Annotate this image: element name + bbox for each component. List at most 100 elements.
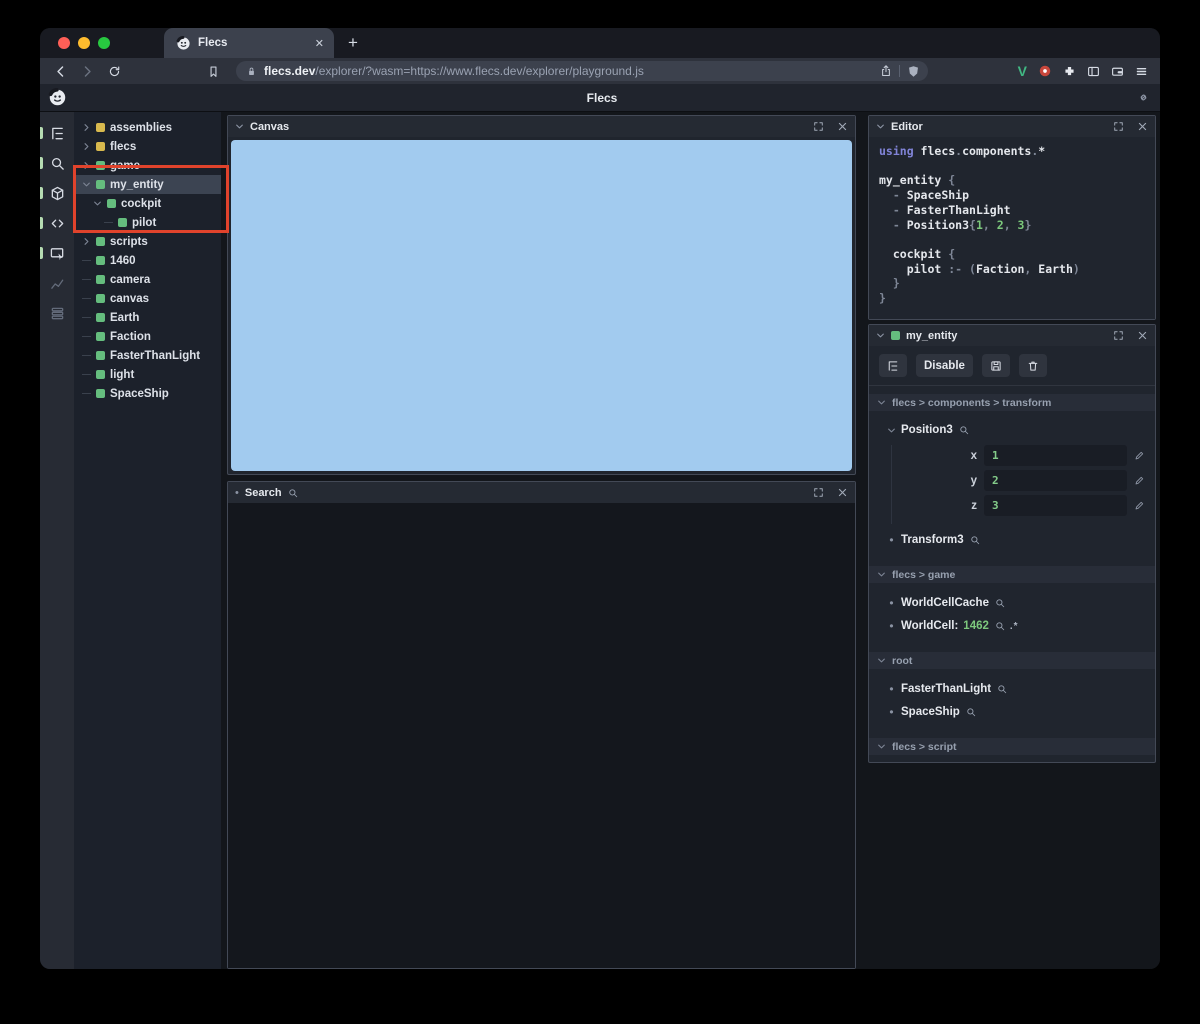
tree-item-SpaceShip[interactable]: SpaceShip (74, 384, 221, 403)
field-value-input[interactable]: 3 (984, 495, 1127, 516)
forward-icon[interactable] (81, 65, 94, 78)
tree-item-light[interactable]: light (74, 365, 221, 384)
code-editor[interactable]: using flecs.components.* my_entity { - Sp… (869, 137, 1155, 319)
collapse-chevron-icon[interactable] (876, 331, 885, 340)
component-row-FasterThanLight[interactable]: • FasterThanLight (887, 682, 1147, 696)
section-header[interactable]: flecs > components > transform (869, 394, 1155, 411)
component-row-WorldCell[interactable]: • WorldCell: 1462 .* (887, 619, 1147, 633)
inspector-window-icon[interactable] (40, 240, 74, 266)
tables-rows-icon[interactable] (40, 300, 74, 326)
reload-icon[interactable] (108, 65, 121, 78)
chevron-down-icon[interactable] (82, 180, 91, 189)
field-value-input[interactable]: 2 (984, 470, 1127, 491)
collapse-chevron-icon[interactable] (876, 122, 885, 131)
save-button[interactable] (981, 354, 1010, 377)
search-icon[interactable] (959, 425, 969, 435)
search-icon[interactable] (970, 535, 980, 545)
search-icon[interactable] (288, 488, 298, 498)
tree-view-button[interactable] (879, 354, 907, 377)
fullscreen-icon[interactable] (1113, 121, 1124, 132)
flecs-logo-icon[interactable] (48, 88, 67, 107)
close-panel-icon[interactable] (1137, 330, 1148, 341)
vue-devtools-icon[interactable]: V (1018, 63, 1027, 79)
search-icon[interactable] (966, 707, 976, 717)
extensions-puzzle-icon[interactable] (1063, 65, 1076, 78)
search-icon[interactable] (995, 598, 1005, 608)
statistics-chart-icon[interactable] (40, 270, 74, 296)
wallet-icon[interactable] (1111, 65, 1124, 78)
component-row-SpaceShip[interactable]: • SpaceShip (887, 705, 1147, 719)
section-header[interactable]: root (869, 652, 1155, 669)
share-icon[interactable] (880, 65, 892, 77)
tree-item-scripts[interactable]: scripts (74, 232, 221, 251)
fullscreen-icon[interactable] (813, 487, 824, 498)
red-extension-icon[interactable] (1038, 64, 1052, 78)
minimize-window-button[interactable] (78, 37, 90, 49)
entity-color-swatch (96, 389, 105, 398)
field-value-input[interactable]: 1 (984, 445, 1127, 466)
desktop: Flecs ✕ + flecs.dev/explorer/?wasm=https… (0, 0, 1200, 1024)
back-icon[interactable] (54, 65, 67, 78)
chevron-down-icon[interactable] (887, 426, 896, 435)
address-bar[interactable]: flecs.dev/explorer/?wasm=https://www.fle… (236, 61, 928, 81)
script-code-icon[interactable] (40, 210, 74, 236)
chevron-right-icon[interactable] (82, 161, 91, 170)
bullet-icon[interactable]: • (235, 487, 239, 499)
component-row-Position3[interactable]: Position3 (887, 424, 1147, 436)
new-tab-button[interactable]: + (348, 33, 358, 53)
entities-cube-icon[interactable] (40, 180, 74, 206)
close-panel-icon[interactable] (837, 487, 848, 498)
zoom-window-button[interactable] (98, 37, 110, 49)
browser-menu-icon[interactable] (1135, 65, 1148, 78)
tree-item-1460[interactable]: 1460 (74, 251, 221, 270)
browser-tabbar: Flecs ✕ + (40, 28, 1160, 58)
fullscreen-icon[interactable] (1113, 330, 1124, 341)
component-row-Transform3[interactable]: • Transform3 (887, 533, 1147, 547)
tree-item-assemblies[interactable]: assemblies (74, 118, 221, 137)
close-window-button[interactable] (58, 37, 70, 49)
tree-item-FasterThanLight[interactable]: FasterThanLight (74, 346, 221, 365)
entity-tree-icon[interactable] (40, 120, 74, 146)
browser-tab-flecs[interactable]: Flecs ✕ (164, 28, 334, 58)
tree-item-pilot[interactable]: pilot (74, 213, 221, 232)
disable-button[interactable]: Disable (916, 354, 973, 377)
edit-pencil-icon[interactable] (1134, 475, 1145, 486)
bullet-icon[interactable]: • (887, 596, 896, 610)
chevron-right-icon[interactable] (82, 237, 91, 246)
tree-item-cockpit[interactable]: cockpit (74, 194, 221, 213)
search-icon[interactable] (997, 684, 1007, 694)
close-panel-icon[interactable] (837, 121, 848, 132)
fullscreen-icon[interactable] (813, 121, 824, 132)
bullet-icon[interactable]: • (887, 705, 896, 719)
tree-item-my_entity[interactable]: my_entity (74, 175, 221, 194)
share-link-icon[interactable] (1137, 91, 1150, 104)
query-search-icon[interactable] (40, 150, 74, 176)
component-row-WorldCellCache[interactable]: • WorldCellCache (887, 596, 1147, 610)
tree-item-Faction[interactable]: Faction (74, 327, 221, 346)
close-panel-icon[interactable] (1137, 121, 1148, 132)
edit-pencil-icon[interactable] (1134, 450, 1145, 461)
tree-item-Earth[interactable]: Earth (74, 308, 221, 327)
chevron-right-icon[interactable] (82, 142, 91, 151)
tree-item-game[interactable]: game (74, 156, 221, 175)
sidebar-toggle-icon[interactable] (1087, 65, 1100, 78)
bullet-icon[interactable]: • (887, 682, 896, 696)
tree-item-camera[interactable]: camera (74, 270, 221, 289)
bookmark-icon[interactable] (207, 65, 220, 78)
section-header[interactable]: flecs > game (869, 566, 1155, 583)
tree-item-canvas[interactable]: canvas (74, 289, 221, 308)
bullet-icon[interactable]: • (887, 533, 896, 547)
section-header[interactable]: flecs > script (869, 738, 1155, 755)
tree-item-flecs[interactable]: flecs (74, 137, 221, 156)
delete-button[interactable] (1018, 354, 1047, 377)
chevron-right-icon[interactable] (82, 123, 91, 132)
collapse-chevron-icon[interactable] (235, 122, 244, 131)
bullet-icon[interactable]: • (887, 619, 896, 633)
tab-close-icon[interactable]: ✕ (315, 37, 324, 50)
chevron-down-icon[interactable] (93, 199, 102, 208)
brave-shield-icon[interactable] (907, 65, 920, 78)
search-results-area[interactable] (228, 503, 855, 968)
search-icon[interactable] (995, 621, 1005, 631)
render-canvas[interactable] (231, 140, 852, 471)
edit-pencil-icon[interactable] (1134, 500, 1145, 511)
